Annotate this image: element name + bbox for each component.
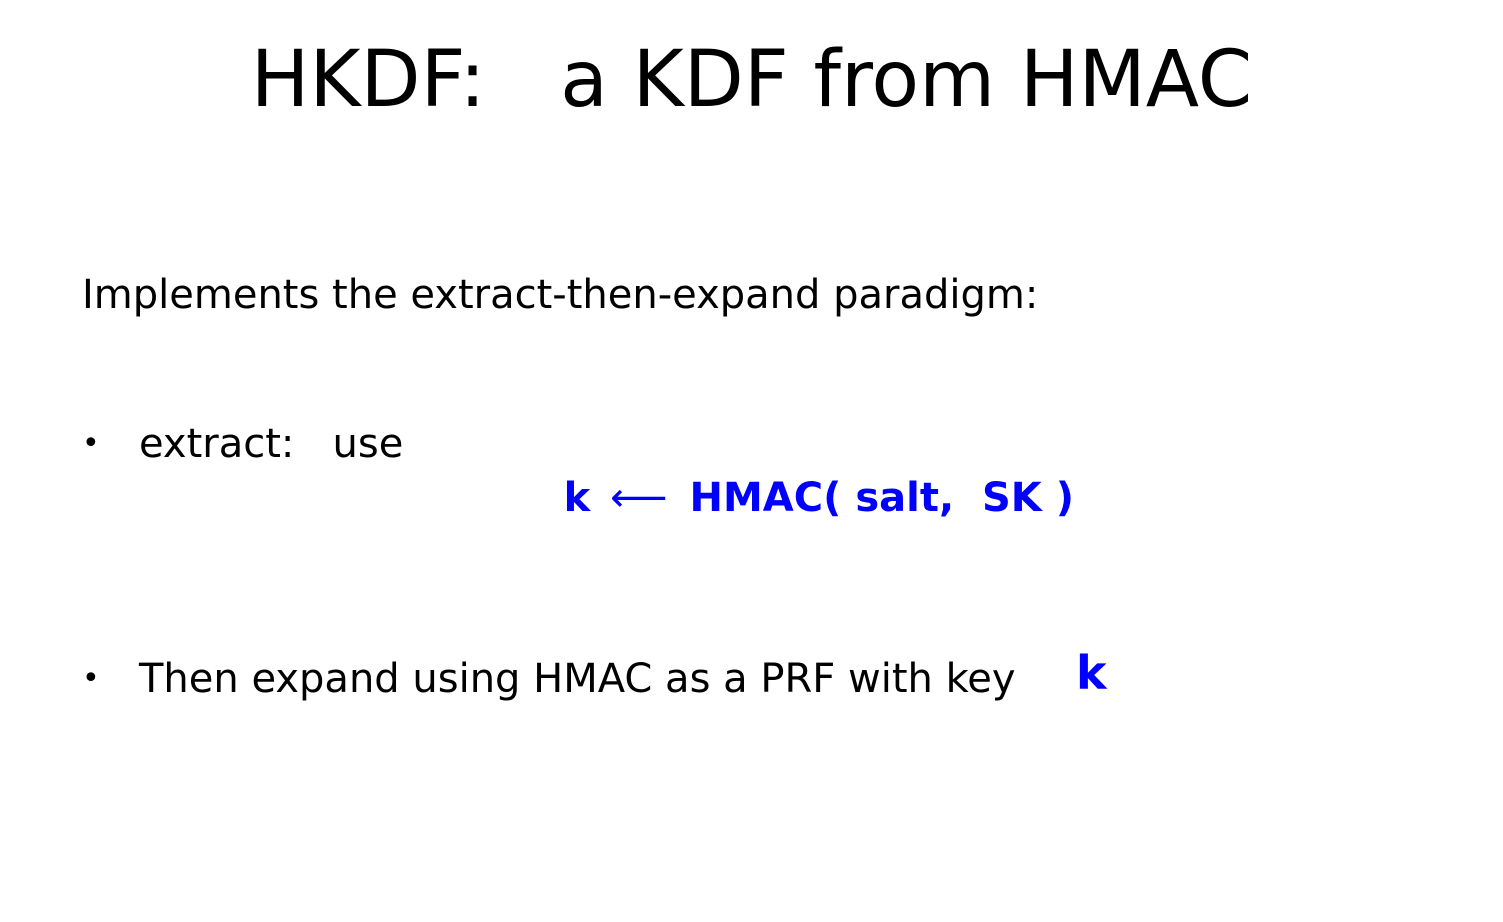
key-variable: k: [1076, 646, 1107, 700]
intro-text: Implements the extract-then-expand parad…: [82, 272, 1039, 318]
bullet-marker: •: [82, 661, 100, 696]
bullet-marker: •: [82, 426, 100, 461]
bullet-item-extract: • extract: use k ⟵ HMAC( salt, SK ): [82, 417, 1074, 687]
bullet-text: extract: use: [139, 421, 404, 467]
bullet-text: Then expand using HMAC as a PRF with key: [139, 656, 1016, 702]
slide-title: HKDF: a KDF from HMAC: [250, 35, 1253, 125]
slide: HKDF: a KDF from HMAC Implements the ext…: [0, 0, 1503, 782]
left-arrow-icon: ⟵: [610, 475, 668, 521]
key-variable: k: [563, 475, 591, 521]
bullet-item-expand: • Then expand using HMAC as a PRF with k…: [82, 646, 1107, 922]
extract-formula: k ⟵ HMAC( salt, SK ): [480, 417, 1074, 579]
hmac-expression: HMAC( salt, SK ): [689, 475, 1075, 521]
